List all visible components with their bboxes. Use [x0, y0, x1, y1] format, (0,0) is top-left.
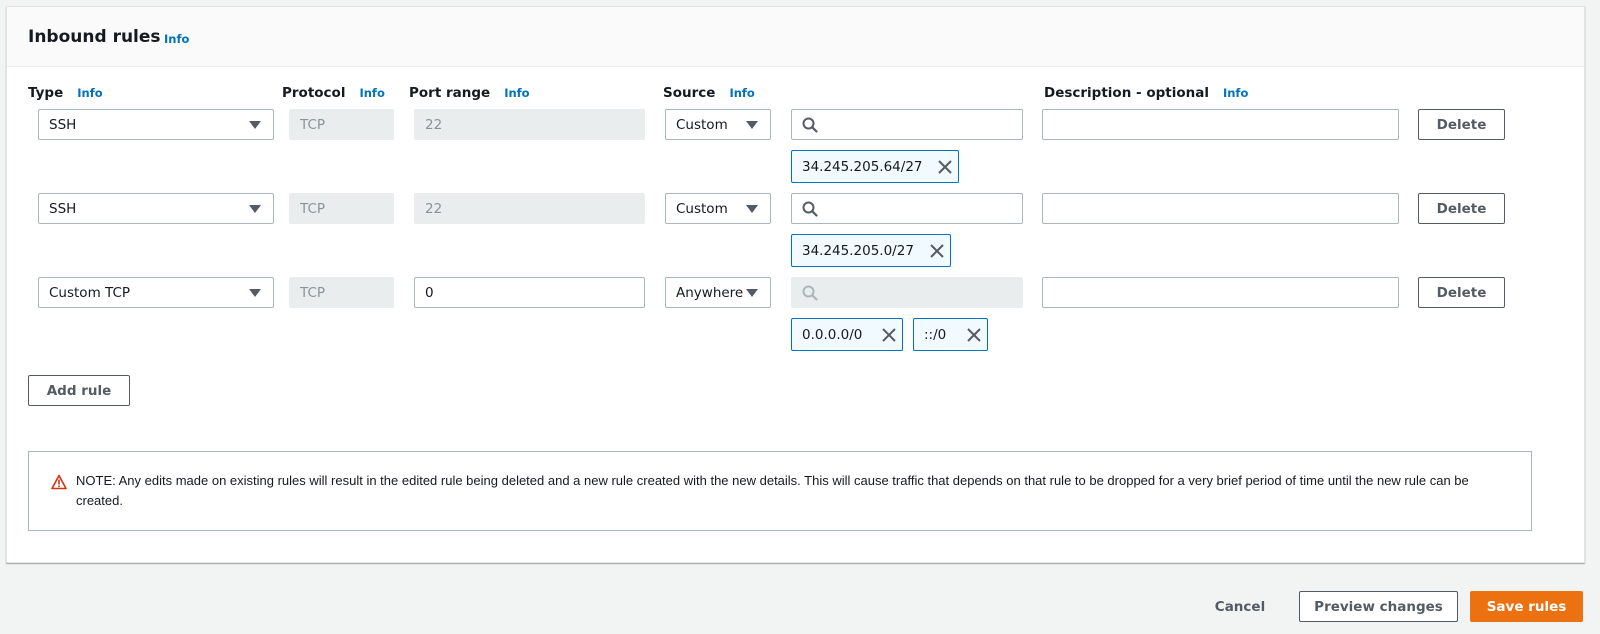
warning-triangle-icon	[51, 474, 67, 490]
source-select[interactable]: Anywhere	[665, 277, 771, 308]
caret-down-icon	[249, 289, 261, 297]
search-icon	[802, 117, 818, 133]
port-range-value: 22	[425, 200, 443, 217]
source-info-link[interactable]: Info	[729, 86, 754, 100]
cidr-token: ::/0	[913, 318, 988, 351]
type-select-value: SSH	[49, 116, 77, 133]
port-range-input: 22	[414, 109, 645, 140]
type-select[interactable]: Custom TCP	[38, 277, 274, 308]
description-input[interactable]	[1042, 109, 1399, 140]
source-select[interactable]: Custom	[665, 109, 771, 140]
protocol-field: TCP	[289, 277, 394, 308]
source-search-input	[791, 277, 1023, 308]
protocol-field: TCP	[289, 193, 394, 224]
description-input[interactable]	[1042, 193, 1399, 224]
port-range-value: 22	[425, 116, 443, 133]
protocol-field: TCP	[289, 109, 394, 140]
cidr-token: 34.245.205.64/27	[791, 150, 959, 183]
type-select-value: SSH	[49, 200, 77, 217]
type-select[interactable]: SSH	[38, 109, 274, 140]
caret-down-icon	[746, 289, 758, 297]
caret-down-icon	[249, 121, 261, 129]
source-select-value: Custom	[676, 116, 728, 133]
column-label-protocol-text: Protocol	[282, 85, 346, 101]
protocol-value: TCP	[300, 116, 326, 133]
description-input[interactable]	[1042, 277, 1399, 308]
protocol-value: TCP	[300, 284, 326, 301]
note-text: NOTE: Any edits made on existing rules w…	[76, 473, 1469, 508]
protocol-info-link[interactable]: Info	[359, 86, 384, 100]
column-label-type: Type Info	[28, 85, 103, 101]
column-label-source-text: Source	[663, 85, 716, 101]
column-label-type-text: Type	[28, 85, 64, 101]
protocol-value: TCP	[300, 200, 326, 217]
delete-rule-button[interactable]: Delete	[1418, 109, 1505, 140]
port-range-info-link[interactable]: Info	[504, 86, 529, 100]
cancel-button[interactable]: Cancel	[1195, 591, 1285, 622]
panel-title: Inbound rules	[28, 27, 161, 47]
column-label-port-range-text: Port range	[409, 85, 491, 101]
description-info-link[interactable]: Info	[1223, 86, 1248, 100]
cidr-token: 0.0.0.0/0	[791, 318, 903, 351]
port-range-input: 22	[414, 193, 645, 224]
remove-token-icon[interactable]	[965, 326, 983, 344]
source-select-value: Anywhere	[676, 284, 744, 301]
cidr-token-value: 34.245.205.0/27	[802, 242, 914, 259]
caret-down-icon	[746, 121, 758, 129]
type-info-link[interactable]: Info	[77, 86, 102, 100]
source-search-input[interactable]	[791, 109, 1023, 140]
cidr-token-value: 0.0.0.0/0	[802, 326, 863, 343]
port-range-value: 0	[425, 284, 434, 301]
column-label-description: Description - optional Info	[1044, 85, 1248, 101]
column-label-description-text: Description - optional	[1044, 85, 1209, 101]
note-box: NOTE: Any edits made on existing rules w…	[28, 451, 1532, 531]
save-rules-button[interactable]: Save rules	[1470, 591, 1583, 622]
cidr-token-value: ::/0	[924, 326, 947, 343]
panel-header: Inbound rules Info	[7, 7, 1584, 67]
type-select[interactable]: SSH	[38, 193, 274, 224]
preview-changes-button[interactable]: Preview changes	[1299, 591, 1458, 622]
remove-token-icon[interactable]	[928, 242, 946, 260]
column-label-protocol: Protocol Info	[282, 85, 385, 101]
panel-info-link[interactable]: Info	[164, 32, 189, 46]
port-range-input[interactable]: 0	[414, 277, 645, 308]
delete-rule-button[interactable]: Delete	[1418, 193, 1505, 224]
source-select[interactable]: Custom	[665, 193, 771, 224]
column-label-port-range: Port range Info	[409, 85, 530, 101]
cidr-token-value: 34.245.205.64/27	[802, 158, 923, 175]
cidr-token: 34.245.205.0/27	[791, 234, 951, 267]
inbound-rules-panel: Inbound rules Info Type Info Protocol In…	[6, 6, 1585, 563]
column-label-source: Source Info	[663, 85, 755, 101]
caret-down-icon	[249, 205, 261, 213]
caret-down-icon	[746, 205, 758, 213]
search-icon	[802, 285, 818, 301]
add-rule-button[interactable]: Add rule	[28, 375, 130, 406]
remove-token-icon[interactable]	[880, 326, 898, 344]
search-icon	[802, 201, 818, 217]
remove-token-icon[interactable]	[936, 158, 954, 176]
delete-rule-button[interactable]: Delete	[1418, 277, 1505, 308]
source-search-input[interactable]	[791, 193, 1023, 224]
source-select-value: Custom	[676, 200, 728, 217]
type-select-value: Custom TCP	[49, 284, 131, 301]
